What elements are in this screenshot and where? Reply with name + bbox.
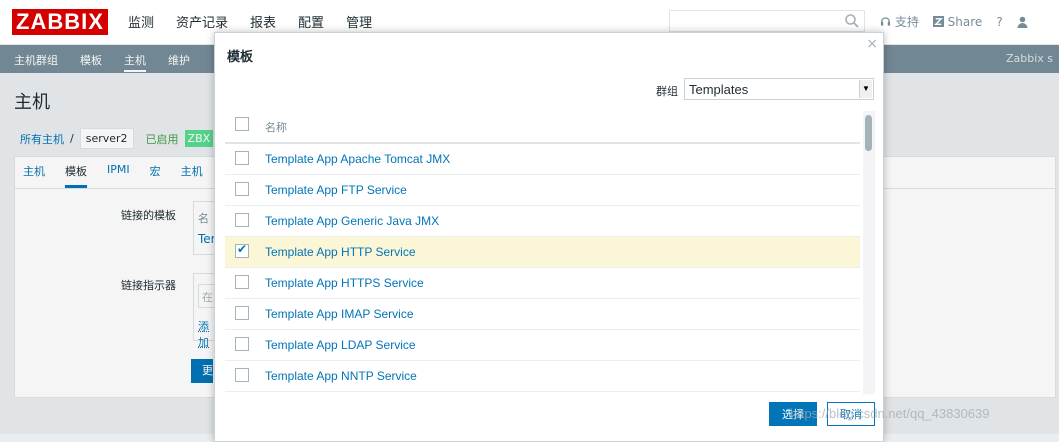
group-select-value: Templates xyxy=(689,82,748,97)
group-label: 群组 xyxy=(656,83,678,99)
table-row: Template App NNTP Service xyxy=(225,361,860,392)
table-row-selected: ✔ Template App HTTP Service xyxy=(225,237,860,268)
zabbix-logo[interactable]: ZABBIX xyxy=(12,9,108,35)
template-link[interactable]: Template App IMAP Service xyxy=(265,307,414,321)
column-name-header[interactable]: 名称 xyxy=(265,119,287,135)
close-icon[interactable]: × xyxy=(866,36,878,52)
template-link[interactable]: Template App HTTP Service xyxy=(265,245,416,259)
row-checkbox[interactable] xyxy=(235,182,249,196)
headset-icon xyxy=(880,16,891,27)
row-checkbox[interactable] xyxy=(235,368,249,382)
table-row: Template App Apache Tomcat JMX xyxy=(225,144,860,175)
template-link[interactable]: Template App LDAP Service xyxy=(265,338,416,352)
select-all-checkbox[interactable] xyxy=(235,117,249,131)
share-label: Share xyxy=(948,15,983,29)
table-row: Template App HTTPS Service xyxy=(225,268,860,299)
template-link[interactable]: Template App Generic Java JMX xyxy=(265,214,439,228)
search-input[interactable] xyxy=(669,10,865,32)
watermark-text: https://blog.csdn.net/qq_43830639 xyxy=(790,406,990,421)
row-checkbox[interactable] xyxy=(235,213,249,227)
row-checkbox[interactable] xyxy=(235,275,249,289)
scrollbar-thumb[interactable] xyxy=(865,115,872,151)
nav-administration[interactable]: 管理 xyxy=(346,12,372,31)
user-icon[interactable] xyxy=(1017,16,1028,28)
group-select[interactable]: Templates ▼ xyxy=(684,78,874,100)
top-links: 支持 Share ? xyxy=(880,13,1028,30)
row-checkbox[interactable] xyxy=(235,151,249,165)
nav-inventory[interactable]: 资产记录 xyxy=(176,12,228,31)
row-checkbox-checked[interactable]: ✔ xyxy=(235,244,249,258)
templates-dialog: 模板 × 群组 Templates ▼ 名称 Template App Apac… xyxy=(214,32,884,442)
template-link[interactable]: Template App Apache Tomcat JMX xyxy=(265,152,450,166)
table-row: Template App IMAP Service xyxy=(225,299,860,330)
scrollbar-track[interactable] xyxy=(863,111,875,394)
row-checkbox[interactable] xyxy=(235,337,249,351)
nav-reports[interactable]: 报表 xyxy=(250,12,276,31)
table-header: 名称 xyxy=(225,111,860,144)
dialog-title: 模板 xyxy=(227,46,253,65)
help-button[interactable]: ? xyxy=(996,15,1002,29)
row-checkbox[interactable] xyxy=(235,306,249,320)
support-label: 支持 xyxy=(895,15,919,29)
support-link[interactable]: 支持 xyxy=(880,13,919,30)
nav-monitoring[interactable]: 监测 xyxy=(128,12,154,31)
share-link[interactable]: Share xyxy=(933,15,982,29)
table-row: Template App LDAP Service xyxy=(225,330,860,361)
table-row: Template App FTP Service xyxy=(225,175,860,206)
nav-configuration[interactable]: 配置 xyxy=(298,12,324,31)
template-link[interactable]: Template App HTTPS Service xyxy=(265,276,424,290)
template-link[interactable]: Template App FTP Service xyxy=(265,183,407,197)
templates-table: 名称 Template App Apache Tomcat JMX Templa… xyxy=(225,111,875,394)
checkmark-icon: ✔ xyxy=(237,242,247,256)
search-icon[interactable] xyxy=(844,13,860,29)
table-row: Template App Generic Java JMX xyxy=(225,206,860,237)
chevron-down-icon[interactable]: ▼ xyxy=(859,80,872,98)
share-icon xyxy=(933,16,944,27)
main-nav: 监测 资产记录 报表 配置 管理 xyxy=(128,12,372,31)
template-link[interactable]: Template App NNTP Service xyxy=(265,369,417,383)
